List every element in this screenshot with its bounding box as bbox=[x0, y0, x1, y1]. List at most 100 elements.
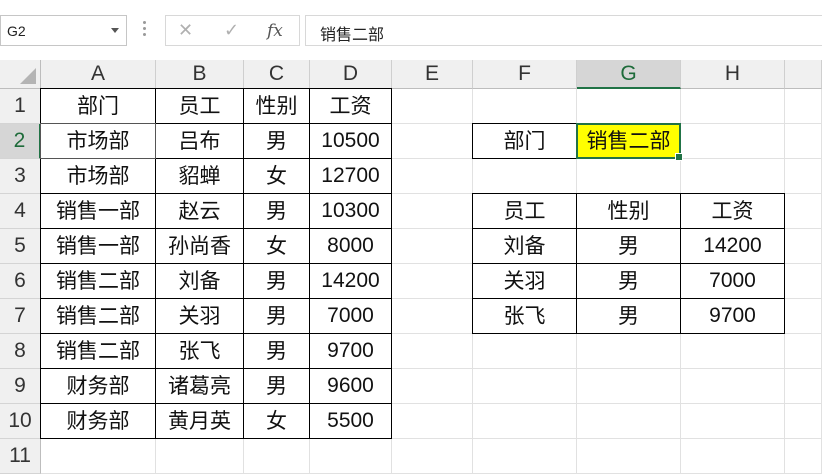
cell-g8[interactable] bbox=[577, 334, 681, 369]
cell-h10[interactable] bbox=[681, 404, 785, 439]
column-header-extra[interactable] bbox=[785, 60, 822, 89]
cell-e2[interactable] bbox=[392, 124, 473, 159]
cell-f10[interactable] bbox=[473, 404, 577, 439]
cell-h1[interactable] bbox=[681, 89, 785, 124]
cell-extra-3[interactable] bbox=[785, 159, 822, 194]
cell-a8[interactable]: 销售二部 bbox=[41, 334, 156, 369]
cell-extra-5[interactable] bbox=[785, 229, 822, 264]
cell-e7[interactable] bbox=[392, 299, 473, 334]
cell-d3[interactable]: 12700 bbox=[310, 159, 392, 194]
cell-d2[interactable]: 10500 bbox=[310, 124, 392, 159]
cell-c7[interactable]: 男 bbox=[244, 299, 310, 334]
column-header-e[interactable]: E bbox=[392, 60, 473, 89]
cell-g2[interactable]: 销售二部 bbox=[577, 124, 681, 159]
column-header-h[interactable]: H bbox=[681, 60, 785, 89]
row-header-1[interactable]: 1 bbox=[0, 89, 41, 124]
cell-h6[interactable]: 7000 bbox=[681, 264, 785, 299]
cell-a9[interactable]: 财务部 bbox=[41, 369, 156, 404]
cell-f5[interactable]: 刘备 bbox=[473, 229, 577, 264]
cell-b3[interactable]: 貂蝉 bbox=[156, 159, 244, 194]
cell-d9[interactable]: 9600 bbox=[310, 369, 392, 404]
cell-h11[interactable] bbox=[681, 439, 785, 474]
cell-extra-1[interactable] bbox=[785, 89, 822, 124]
cell-h8[interactable] bbox=[681, 334, 785, 369]
cell-a4[interactable]: 销售一部 bbox=[41, 194, 156, 229]
cell-e10[interactable] bbox=[392, 404, 473, 439]
cell-f11[interactable] bbox=[473, 439, 577, 474]
cell-extra-11[interactable] bbox=[785, 439, 822, 474]
row-header-9[interactable]: 9 bbox=[0, 369, 41, 404]
cell-b1[interactable]: 员工 bbox=[156, 89, 244, 124]
cell-a6[interactable]: 销售二部 bbox=[41, 264, 156, 299]
row-header-2[interactable]: 2 bbox=[0, 124, 41, 159]
column-header-f[interactable]: F bbox=[473, 60, 577, 89]
cell-b4[interactable]: 赵云 bbox=[156, 194, 244, 229]
cell-a7[interactable]: 销售二部 bbox=[41, 299, 156, 334]
cell-c5[interactable]: 女 bbox=[244, 229, 310, 264]
cell-h7[interactable]: 9700 bbox=[681, 299, 785, 334]
cell-f3[interactable] bbox=[473, 159, 577, 194]
cell-extra-9[interactable] bbox=[785, 369, 822, 404]
enter-icon[interactable]: ✓ bbox=[224, 20, 239, 41]
cell-b9[interactable]: 诸葛亮 bbox=[156, 369, 244, 404]
column-header-g[interactable]: G bbox=[577, 60, 681, 89]
cell-extra-2[interactable] bbox=[785, 124, 822, 159]
cell-g5[interactable]: 男 bbox=[577, 229, 681, 264]
cell-b8[interactable]: 张飞 bbox=[156, 334, 244, 369]
cell-e8[interactable] bbox=[392, 334, 473, 369]
cell-e4[interactable] bbox=[392, 194, 473, 229]
insert-function-icon[interactable]: fx bbox=[267, 21, 283, 41]
cell-a11[interactable] bbox=[41, 439, 156, 474]
column-header-c[interactable]: C bbox=[244, 60, 310, 89]
cell-f1[interactable] bbox=[473, 89, 577, 124]
row-header-5[interactable]: 5 bbox=[0, 229, 41, 264]
cell-c11[interactable] bbox=[244, 439, 310, 474]
cell-a1[interactable]: 部门 bbox=[41, 89, 156, 124]
cell-b10[interactable]: 黄月英 bbox=[156, 404, 244, 439]
column-header-a[interactable]: A bbox=[41, 60, 156, 89]
cell-a2[interactable]: 市场部 bbox=[41, 124, 156, 159]
cell-g7[interactable]: 男 bbox=[577, 299, 681, 334]
cell-c8[interactable]: 男 bbox=[244, 334, 310, 369]
cell-extra-6[interactable] bbox=[785, 264, 822, 299]
cell-d1[interactable]: 工资 bbox=[310, 89, 392, 124]
cell-f2[interactable]: 部门 bbox=[473, 124, 577, 159]
chevron-down-icon[interactable] bbox=[111, 28, 119, 33]
column-header-d[interactable]: D bbox=[310, 60, 392, 89]
cell-b11[interactable] bbox=[156, 439, 244, 474]
cancel-icon[interactable]: ✕ bbox=[178, 20, 193, 41]
column-header-b[interactable]: B bbox=[156, 60, 244, 89]
cell-g1[interactable] bbox=[577, 89, 681, 124]
cell-g3[interactable] bbox=[577, 159, 681, 194]
row-header-10[interactable]: 10 bbox=[0, 404, 41, 439]
cell-g10[interactable] bbox=[577, 404, 681, 439]
cell-c3[interactable]: 女 bbox=[244, 159, 310, 194]
cell-c4[interactable]: 男 bbox=[244, 194, 310, 229]
cell-b5[interactable]: 孙尚香 bbox=[156, 229, 244, 264]
cell-b7[interactable]: 关羽 bbox=[156, 299, 244, 334]
cell-d8[interactable]: 9700 bbox=[310, 334, 392, 369]
cell-a5[interactable]: 销售一部 bbox=[41, 229, 156, 264]
cell-a3[interactable]: 市场部 bbox=[41, 159, 156, 194]
cell-f4[interactable]: 员工 bbox=[473, 194, 577, 229]
cell-e9[interactable] bbox=[392, 369, 473, 404]
cell-e1[interactable] bbox=[392, 89, 473, 124]
cell-extra-7[interactable] bbox=[785, 299, 822, 334]
row-header-8[interactable]: 8 bbox=[0, 334, 41, 369]
cell-g9[interactable] bbox=[577, 369, 681, 404]
cell-c10[interactable]: 女 bbox=[244, 404, 310, 439]
cell-extra-10[interactable] bbox=[785, 404, 822, 439]
cell-e6[interactable] bbox=[392, 264, 473, 299]
row-header-3[interactable]: 3 bbox=[0, 159, 41, 194]
cell-h3[interactable] bbox=[681, 159, 785, 194]
cell-h2[interactable] bbox=[681, 124, 785, 159]
cell-f7[interactable]: 张飞 bbox=[473, 299, 577, 334]
cell-b6[interactable]: 刘备 bbox=[156, 264, 244, 299]
cell-h4[interactable]: 工资 bbox=[681, 194, 785, 229]
cell-d10[interactable]: 5500 bbox=[310, 404, 392, 439]
cell-d5[interactable]: 8000 bbox=[310, 229, 392, 264]
cell-extra-4[interactable] bbox=[785, 194, 822, 229]
formula-input[interactable]: 销售二部 bbox=[305, 15, 822, 46]
cell-g11[interactable] bbox=[577, 439, 681, 474]
cell-f6[interactable]: 关羽 bbox=[473, 264, 577, 299]
